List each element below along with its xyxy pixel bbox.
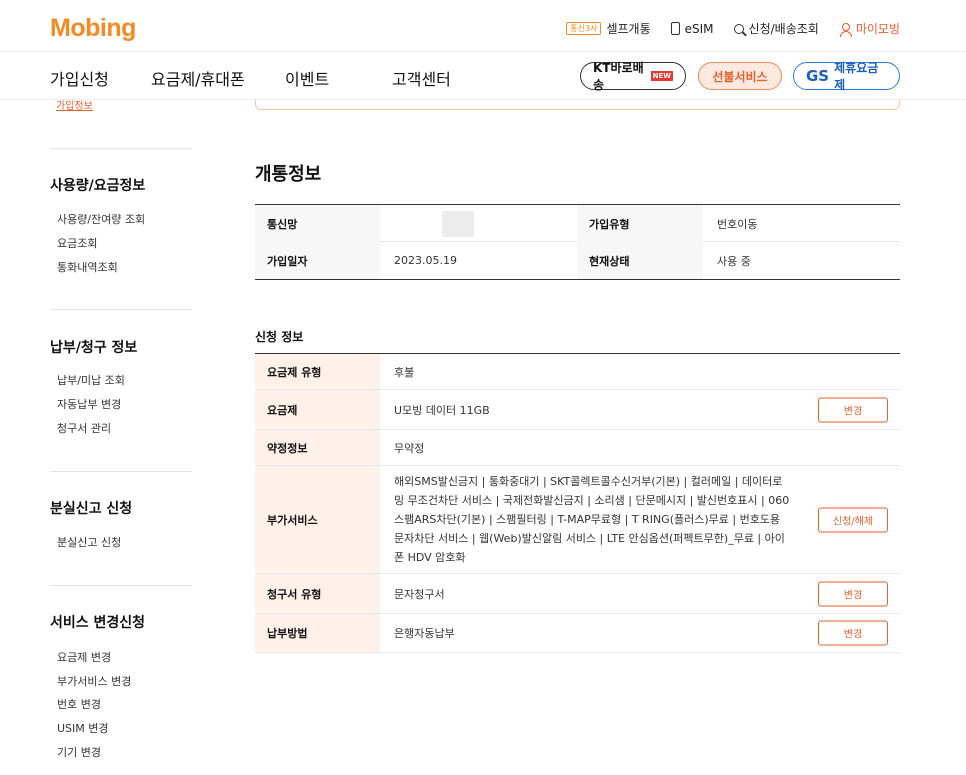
sidebar-item-autopay-change[interactable]: 자동납부 변경 <box>57 396 121 412</box>
sidebar-item-call-history[interactable]: 통화내역조회 <box>57 259 118 275</box>
phone-icon <box>670 22 680 35</box>
gs-logo-icon: GS <box>806 67 830 85</box>
sidebar-group-title: 서비스 변경신청 <box>50 615 146 631</box>
self-activation-label: 셀프개통 <box>606 22 651 36</box>
mobing-logo[interactable]: Mobing <box>50 14 136 43</box>
table-row: 가입일자 2023.05.19 현재상태 사용 중 <box>255 242 900 279</box>
status-header: 현재상태 <box>577 242 703 279</box>
order-tracking-label: 신청/배송조회 <box>748 22 819 36</box>
sidebar-item-plan-change[interactable]: 요금제 변경 <box>57 649 111 665</box>
nav-item-plans-phones[interactable]: 요금제/휴대폰 <box>151 66 245 90</box>
sidebar-item-payment-inquiry[interactable]: 납부/미납 조회 <box>57 372 125 388</box>
join-date-header: 가입일자 <box>255 242 380 279</box>
summary-box-bottom <box>255 100 900 110</box>
sidebar-group-payment: 납부/청구 정보 납부/미납 조회 자동납부 변경 청구서 관리 <box>50 309 192 435</box>
activation-info-table: 통신망 가입유형 번호이동 가입일자 2023.05.19 현재상태 사용 중 <box>255 204 900 280</box>
sidebar-item-loss-report[interactable]: 분실신고 신청 <box>57 534 121 550</box>
table-row: 청구서 유형 문자청구서 변경 <box>255 574 900 614</box>
nav-item-events[interactable]: 이벤트 <box>285 66 329 90</box>
application-info-table: 요금제 유형 후불 요금제 U모빙 데이터 11GB 변경 약정정보 무약정 부… <box>255 353 900 653</box>
search-icon <box>733 23 744 34</box>
payment-method-header: 납부방법 <box>255 614 380 652</box>
top-bar: Mobing 통신3사 셀프개통 eSIM 신청/배송조회 마이모빙 <box>0 0 966 52</box>
sidebar-item-bill-management[interactable]: 청구서 관리 <box>57 420 111 436</box>
main-nav: 가입신청 요금제/휴대폰 이벤트 고객센터 KT바로배송 NEW 선불서비스 G… <box>0 52 966 100</box>
sidebar-group-usage: 사용량/요금정보 사용량/잔여량 조회 요금조회 통화내역조회 <box>50 148 192 274</box>
my-mobing-link[interactable]: 마이모빙 <box>839 20 900 37</box>
status-value: 사용 중 <box>717 254 751 268</box>
table-row: 요금제 유형 후불 <box>255 354 900 390</box>
network-header: 통신망 <box>255 205 380 242</box>
prepaid-service-button[interactable]: 선불서비스 <box>698 62 782 90</box>
self-activation-link[interactable]: 통신3사 셀프개통 <box>566 20 651 37</box>
application-info-title: 신청 정보 <box>255 330 304 344</box>
table-row: 납부방법 은행자동납부 변경 <box>255 614 900 653</box>
nav-item-signup[interactable]: 가입신청 <box>50 66 109 90</box>
join-type-header: 가입유형 <box>577 205 703 242</box>
table-row: 부가서비스 해외SMS발신금지 | 통화중대기 | SKT콜렉트콜수신거부(기본… <box>255 466 900 574</box>
change-payment-method-button[interactable]: 변경 <box>818 620 888 646</box>
table-row: 약정정보 무약정 <box>255 430 900 466</box>
order-tracking-link[interactable]: 신청/배송조회 <box>733 20 819 37</box>
sidebar-group-title: 사용량/요금정보 <box>50 178 146 194</box>
esim-label: eSIM <box>684 21 714 36</box>
sidebar-group-title: 분실신고 신청 <box>50 501 133 517</box>
contract-header: 약정정보 <box>255 430 380 465</box>
table-row: 요금제 U모빙 데이터 11GB 변경 <box>255 390 900 430</box>
my-mobing-label: 마이모빙 <box>855 22 900 36</box>
esim-link[interactable]: eSIM <box>670 21 714 36</box>
new-badge: NEW <box>650 71 673 81</box>
change-plan-button[interactable]: 변경 <box>818 397 888 422</box>
sidebar-item-number-change[interactable]: 번호 변경 <box>57 696 101 712</box>
kt-direct-delivery-button[interactable]: KT바로배송 NEW <box>580 61 686 92</box>
sidebar-group-title: 납부/청구 정보 <box>50 340 138 356</box>
top-links: 통신3사 셀프개통 eSIM 신청/배송조회 마이모빙 <box>566 20 900 37</box>
sidebar-group-loss-report: 분실신고 신청 분실신고 신청 <box>50 471 192 549</box>
plan-type-header: 요금제 유형 <box>255 354 380 389</box>
sidebar-item-device-change[interactable]: 기기 변경 <box>57 744 101 760</box>
sidebar-group-service-change: 서비스 변경신청 요금제 변경 부가서비스 변경 번호 변경 USIM 변경 기… <box>50 585 192 759</box>
addon-apply-cancel-button[interactable]: 신청/해제 <box>818 507 888 532</box>
sidebar-item-usim-change[interactable]: USIM 변경 <box>57 720 109 736</box>
gs-partner-plan-label: 제휴요금제 <box>834 61 879 92</box>
join-date-value: 2023.05.19 <box>394 254 457 267</box>
kt-direct-delivery-label: KT바로배송 <box>593 61 644 92</box>
nav-item-support[interactable]: 고객센터 <box>392 66 451 90</box>
table-row: 통신망 가입유형 번호이동 <box>255 205 900 242</box>
plan-type-value: 후불 <box>394 365 415 379</box>
addon-service-header: 부가서비스 <box>255 466 380 573</box>
join-type-value: 번호이동 <box>717 217 758 231</box>
contract-value: 무약정 <box>394 441 425 455</box>
sidebar-item-addon-change[interactable]: 부가서비스 변경 <box>57 673 131 689</box>
gs-partner-plan-button[interactable]: GS 제휴요금제 <box>793 61 900 92</box>
sidebar-item-subscription-info[interactable]: 가입정보 <box>56 97 93 112</box>
change-bill-type-button[interactable]: 변경 <box>818 581 888 606</box>
masked-value <box>394 210 474 237</box>
user-icon <box>839 22 852 37</box>
sidebar-item-bill-inquiry[interactable]: 요금조회 <box>57 235 97 251</box>
network-value <box>380 205 577 242</box>
plan-header: 요금제 <box>255 390 380 429</box>
activation-info-title: 개통정보 <box>255 164 322 185</box>
sidebar-item-usage-remaining[interactable]: 사용량/잔여량 조회 <box>57 211 145 227</box>
bill-type-header: 청구서 유형 <box>255 574 380 613</box>
badge-check-icon: 통신3사 <box>566 22 602 35</box>
